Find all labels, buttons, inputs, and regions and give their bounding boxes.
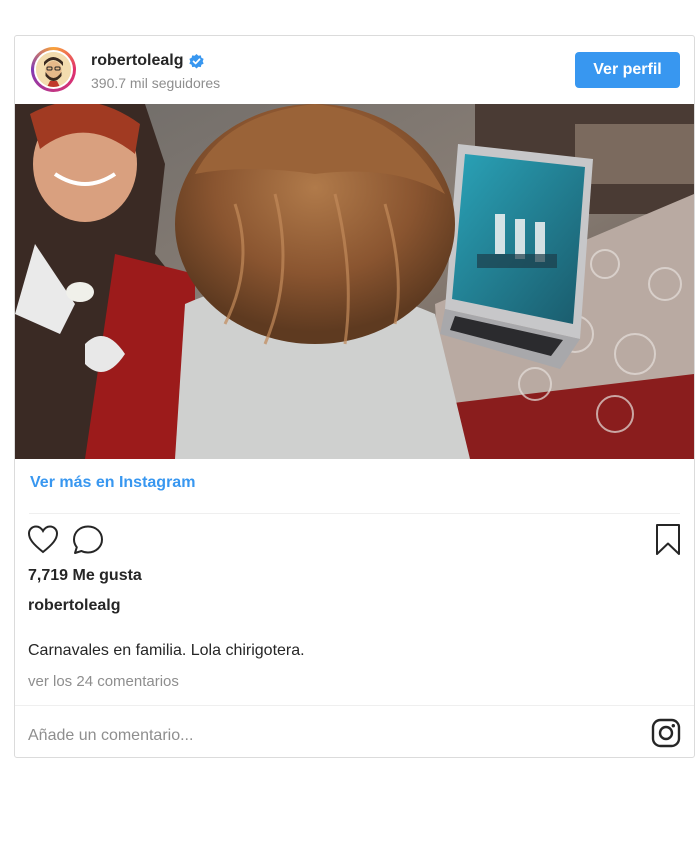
view-more-on-instagram-link[interactable]: Ver más en Instagram bbox=[30, 474, 195, 492]
like-count: 7,719 Me gusta bbox=[28, 567, 142, 584]
post-author[interactable]: robertolealg bbox=[28, 597, 120, 615]
post-image bbox=[15, 104, 694, 459]
action-bar bbox=[15, 523, 694, 559]
verified-badge-icon bbox=[189, 53, 205, 68]
post-photo[interactable] bbox=[15, 104, 694, 459]
comment-bubble-icon[interactable] bbox=[72, 523, 104, 557]
divider bbox=[29, 513, 680, 514]
post-header: robertolealg 390.7 mil seguidores Ver pe… bbox=[15, 36, 694, 104]
instagram-embed-card: robertolealg 390.7 mil seguidores Ver pe… bbox=[14, 35, 695, 758]
heart-icon[interactable] bbox=[27, 523, 59, 557]
username-text: robertolealg bbox=[91, 52, 184, 69]
avatar-illustration bbox=[36, 52, 71, 87]
avatar-image bbox=[36, 52, 71, 87]
divider bbox=[15, 705, 694, 706]
avatar[interactable] bbox=[31, 47, 76, 92]
username-link[interactable]: robertolealg bbox=[91, 52, 205, 70]
view-profile-button[interactable]: Ver perfil bbox=[575, 52, 680, 88]
add-comment-input[interactable] bbox=[28, 724, 588, 748]
view-comments-link[interactable]: ver los 24 comentarios bbox=[28, 673, 179, 690]
follower-count: 390.7 mil seguidores bbox=[91, 75, 221, 91]
post-caption: Carnavales en familia. Lola chirigotera. bbox=[28, 642, 305, 659]
instagram-icon[interactable] bbox=[651, 718, 681, 748]
bookmark-icon[interactable] bbox=[654, 523, 682, 557]
